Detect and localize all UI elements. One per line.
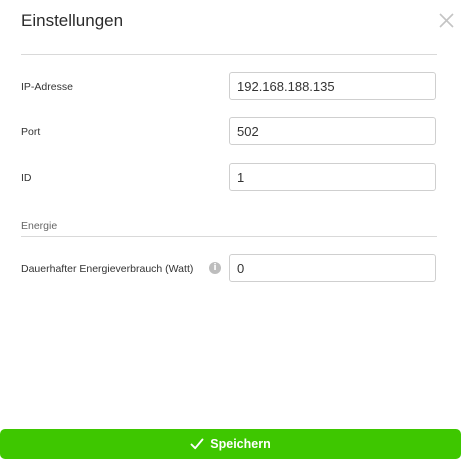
energy-divider bbox=[21, 236, 437, 237]
port-input[interactable] bbox=[229, 117, 436, 145]
settings-dialog: Einstellungen IP-Adresse Port ID Energie… bbox=[0, 0, 469, 462]
checkmark-icon bbox=[190, 438, 204, 450]
close-icon[interactable] bbox=[438, 12, 455, 29]
energy-section-heading: Energie bbox=[21, 220, 58, 232]
ip-address-input[interactable] bbox=[229, 72, 436, 100]
energy-consumption-label: Dauerhafter Energieverbrauch (Watt) bbox=[21, 263, 194, 275]
energy-consumption-input[interactable] bbox=[229, 254, 436, 282]
info-icon[interactable]: i bbox=[209, 262, 221, 274]
save-button[interactable]: Speichern bbox=[0, 429, 461, 459]
id-label: ID bbox=[21, 172, 32, 184]
id-input[interactable] bbox=[229, 163, 436, 191]
port-label: Port bbox=[21, 126, 41, 138]
dialog-title: Einstellungen bbox=[21, 11, 124, 30]
ip-address-label: IP-Adresse bbox=[21, 81, 73, 93]
save-button-label: Speichern bbox=[210, 437, 271, 451]
title-divider bbox=[21, 54, 437, 55]
